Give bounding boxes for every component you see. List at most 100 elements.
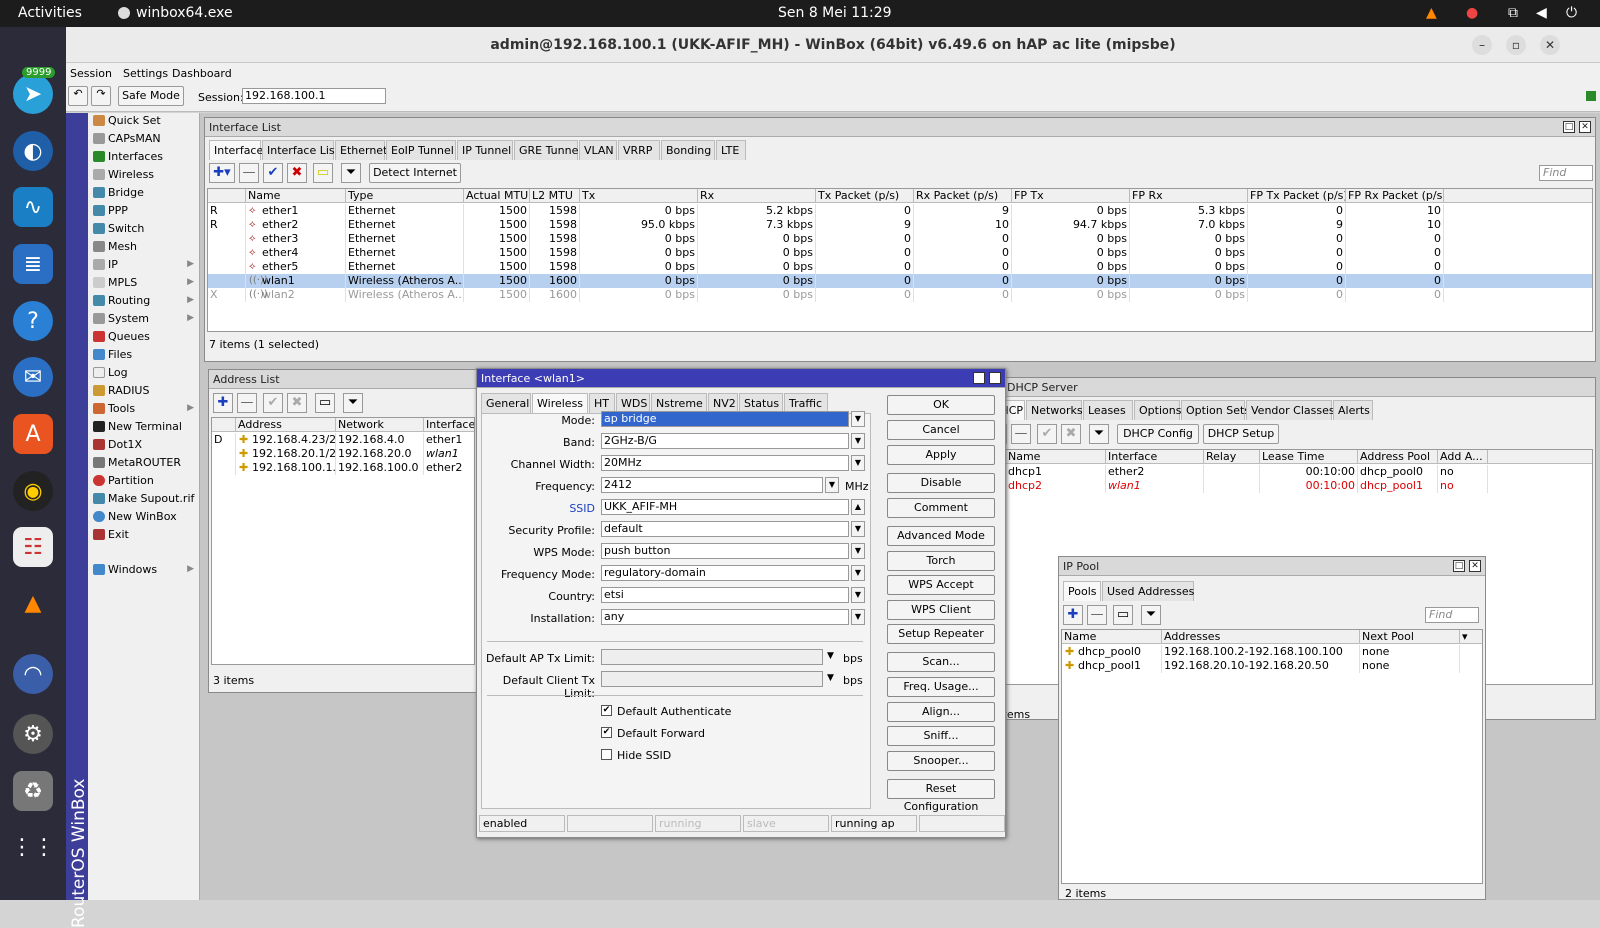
sidebar-item-dot1x[interactable]: Dot1X (92, 436, 198, 453)
filter-icon[interactable]: ⏷ (341, 163, 361, 183)
checkbox-hide-ssid[interactable] (601, 749, 612, 760)
tab-bonding[interactable]: Bonding (661, 140, 715, 160)
window-close-icon[interactable]: ✕ (1469, 560, 1481, 572)
dropdown-arrow-icon[interactable]: ▼ (827, 651, 834, 661)
tab-interface[interactable]: Interface (209, 140, 263, 160)
gimp-icon[interactable]: ◐ (13, 131, 53, 171)
sidebar-item-new-winbox[interactable]: New WinBox (92, 508, 198, 525)
remove-icon[interactable]: — (1011, 424, 1031, 444)
trash-icon[interactable]: ♻ (13, 771, 53, 811)
tab-leases[interactable]: Leases (1083, 400, 1133, 420)
detect-internet-button[interactable]: Detect Internet (369, 163, 461, 183)
field-country[interactable]: etsi (601, 587, 849, 603)
close-button[interactable]: ✕ (1540, 35, 1560, 55)
menu-settings[interactable]: Settings (123, 67, 168, 80)
field-mode[interactable]: ap bridge (601, 411, 849, 427)
dhcp-setup-button[interactable]: DHCP Setup (1203, 424, 1279, 444)
column-header[interactable]: Type (346, 189, 464, 203)
column-header[interactable]: FP Tx Packet (p/s) (1248, 189, 1346, 203)
field-frequency-mode[interactable]: regulatory-domain (601, 565, 849, 581)
table-row[interactable]: dhcp2 wlan1 00:10:00 dhcp_pool1 no (986, 479, 1592, 493)
table-row[interactable]: 192.168.20.1/24 ✚ 192.168.20.0 wlan1 (212, 447, 474, 461)
sidebar-item-system[interactable]: System ▶ (92, 310, 198, 327)
settings-icon[interactable]: ⚙ (13, 714, 53, 754)
field-band[interactable]: 2GHz-B/G (601, 433, 849, 449)
sidebar-item-mpls[interactable]: MPLS ▶ (92, 274, 198, 291)
field-security-profile[interactable]: default (601, 521, 849, 537)
sidebar-item-make-supout[interactable]: Make Supout.rif (92, 490, 198, 507)
tab-option-sets[interactable]: Option Sets (1181, 400, 1250, 420)
comment-button[interactable]: Comment (887, 498, 995, 518)
column-header[interactable]: Lease Time (1260, 450, 1358, 464)
sidebar-item-radius[interactable]: RADIUS (92, 382, 198, 399)
tab-used-addresses[interactable]: Used Addresses (1102, 581, 1194, 601)
reset-configuration-button[interactable]: Reset Configuration (887, 779, 995, 813)
table-row[interactable]: dhcp_pool0 ✚ 192.168.100.2-192.168.100.100… (1062, 645, 1482, 659)
column-header[interactable]: FP Tx (1012, 189, 1130, 203)
dropdown-arrow-icon[interactable]: ▼ (827, 673, 834, 683)
tab-ethernet[interactable]: Ethernet (335, 140, 387, 160)
remove-icon[interactable]: — (237, 393, 257, 413)
column-header[interactable]: Interface (1106, 450, 1204, 464)
software-icon[interactable]: A (13, 414, 53, 454)
tab-networks[interactable]: Networks (1026, 400, 1083, 420)
sidebar-item-tools[interactable]: Tools ▶ (92, 400, 198, 417)
limit-input[interactable] (601, 671, 823, 687)
window-close-icon[interactable]: ✕ (989, 372, 1001, 384)
field-channel-width[interactable]: 20MHz (601, 455, 849, 471)
enable-icon[interactable]: ✔ (1037, 424, 1057, 444)
filter-icon[interactable]: ⏷ (1141, 605, 1161, 625)
tab-gre-tunnel[interactable]: GRE Tunnel (514, 140, 581, 160)
column-header[interactable]: Add A... (1438, 450, 1488, 464)
session-field[interactable]: 192.168.100.1 (242, 88, 386, 104)
advanced-mode-button[interactable]: Advanced Mode (887, 526, 995, 546)
enable-icon[interactable]: ✔ (263, 163, 283, 183)
remove-icon[interactable]: — (1087, 605, 1107, 625)
filter-icon[interactable]: ⏷ (343, 393, 363, 413)
maximize-button[interactable]: ▫ (1506, 35, 1526, 55)
table-row[interactable]: Rether2 ⟡ Ethernet 1500 1598 95.0 kbps 7.3 kbp… (208, 218, 1592, 232)
document-viewer-icon[interactable]: ☷ (13, 527, 53, 567)
sidebar-item-routing[interactable]: Routing ▶ (92, 292, 198, 309)
sidebar-item-files[interactable]: Files (92, 346, 198, 363)
checkbox-default-authenticate[interactable]: ✔ (601, 705, 612, 716)
disable-icon[interactable]: ✖ (287, 163, 307, 183)
tab-eoip-tunnel[interactable]: EoIP Tunnel (386, 140, 456, 160)
checkbox-default-forward[interactable]: ✔ (601, 727, 612, 738)
sidebar-item-exit[interactable]: Exit (92, 526, 198, 543)
limit-input[interactable] (601, 649, 823, 665)
sidebar-item-ip[interactable]: IP ▶ (92, 256, 198, 273)
column-header[interactable]: Name (1062, 630, 1162, 644)
column-header[interactable]: FP Rx Packet (p/s) (1346, 189, 1444, 203)
comment-icon[interactable]: ▭ (313, 163, 333, 183)
menu-dashboard[interactable]: Dashboard (172, 67, 232, 80)
column-menu-icon[interactable]: ▾ (1460, 630, 1482, 644)
dropdown-arrow-icon[interactable]: ▼ (825, 477, 839, 493)
find-input[interactable]: Find (1425, 607, 1479, 623)
table-row[interactable]: Rether1 ⟡ Ethernet 1500 1598 0 bps 5.2 kbps 0 9 0… (208, 204, 1592, 218)
volume-icon[interactable]: ◀ (1536, 5, 1547, 21)
column-header[interactable]: Rx Packet (p/s) (914, 189, 1012, 203)
disable-icon[interactable]: ✖ (287, 393, 307, 413)
align-button[interactable]: Align... (887, 702, 995, 722)
freq-usage-button[interactable]: Freq. Usage... (887, 677, 995, 697)
disable-icon[interactable]: ✖ (1061, 424, 1081, 444)
tab-vrrp[interactable]: VRRP (618, 140, 660, 160)
tab-lte[interactable]: LTE (716, 140, 746, 160)
enable-icon[interactable]: ✔ (263, 393, 283, 413)
expand-arrow-icon[interactable]: ▲ (851, 499, 865, 515)
tab-alerts[interactable]: Alerts (1333, 400, 1373, 420)
window-maximize-icon[interactable]: □ (1453, 560, 1465, 572)
sidebar-item-mesh[interactable]: Mesh (92, 238, 198, 255)
filter-icon[interactable]: ⏷ (1089, 424, 1109, 444)
scan-button[interactable]: Scan... (887, 652, 995, 672)
sidebar-item-capsman[interactable]: CAPsMAN (92, 130, 198, 147)
column-header[interactable]: Name (246, 189, 346, 203)
tab-vlan[interactable]: VLAN (579, 140, 617, 160)
column-header[interactable]: Tx Packet (p/s) (816, 189, 914, 203)
dropdown-arrow-icon[interactable]: ▼ (851, 521, 865, 537)
menu-session[interactable]: Session (70, 67, 112, 80)
table-row[interactable]: D 192.168.4.23/24 ✚ 192.168.4.0 ether1 (212, 433, 474, 447)
column-header-extra[interactable] (1488, 450, 1592, 464)
dropdown-arrow-icon[interactable]: ▼ (851, 455, 865, 471)
